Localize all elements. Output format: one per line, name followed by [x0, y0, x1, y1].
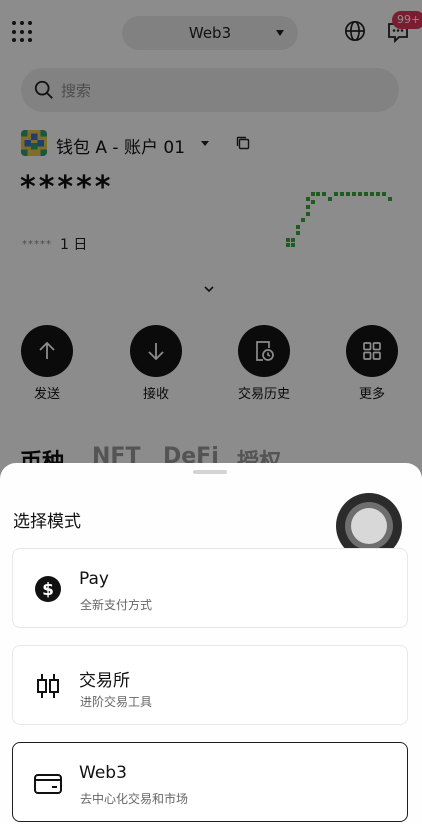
wallet-icon: [34, 774, 62, 794]
dollar-coin-icon: $: [35, 576, 61, 602]
sheet-grabber[interactable]: [193, 470, 227, 474]
option-title: 交易所: [79, 671, 130, 691]
candlestick-icon: [37, 674, 59, 698]
option-desc: 进阶交易工具: [80, 695, 153, 709]
assistive-ring-inner: [351, 508, 387, 544]
sheet-title: 选择模式: [13, 512, 81, 532]
option-desc: 去中心化交易和市场: [80, 792, 189, 806]
option-title: Web3: [79, 763, 127, 783]
mode-option-web3[interactable]: Web3 去中心化交易和市场: [12, 742, 408, 822]
svg-text:$: $: [42, 580, 54, 600]
option-title: Pay: [79, 569, 109, 589]
mode-option-exchange[interactable]: 交易所 进阶交易工具: [12, 645, 408, 725]
option-desc: 全新支付方式: [80, 598, 153, 612]
mode-option-pay[interactable]: $ Pay 全新支付方式: [12, 548, 408, 628]
mode-select-sheet: 选择模式 $ Pay 全新支付方式 交易所 进阶交易工具 Web3 去中心化交易…: [0, 463, 422, 824]
